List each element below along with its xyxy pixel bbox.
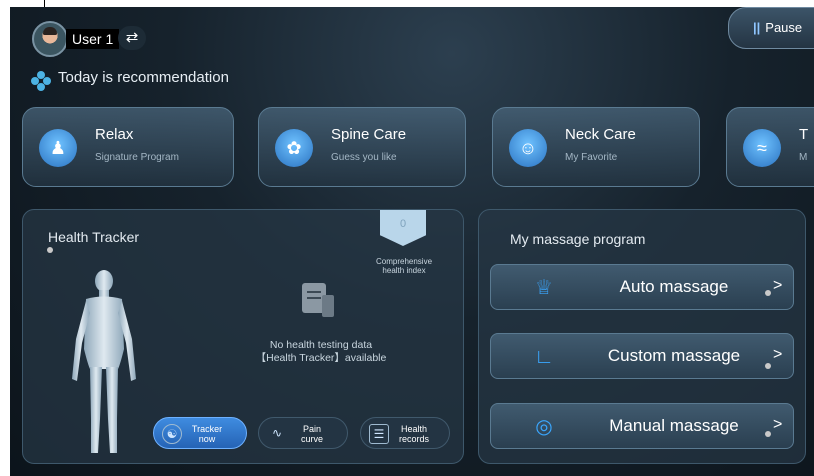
card-subtitle: Guess you like: [331, 152, 397, 163]
health-records-button[interactable]: ☰ Health records: [360, 417, 450, 449]
program-card-neck-care[interactable]: ☺ Neck Care My Favorite: [492, 107, 700, 187]
document-stack-icon: [322, 295, 334, 317]
health-records-label: Health records: [398, 424, 429, 444]
no-data-line-2: 【Health Tracker】available: [255, 352, 387, 364]
pain-curve-button[interactable]: ∿ Pain curve: [258, 417, 348, 449]
massage-chair-icon: ≈: [743, 129, 781, 167]
tracker-icon: ☯: [162, 424, 182, 444]
no-data-message: No health testing data 【Health Tracker】a…: [236, 339, 406, 365]
user-avatar[interactable]: [32, 21, 68, 57]
recline-icon: ∟: [534, 346, 554, 368]
pause-label: Pause: [765, 20, 803, 35]
program-card-relax[interactable]: ♟ Relax Signature Program: [22, 107, 234, 187]
pause-icon: ||: [753, 20, 761, 35]
chevron-right-icon: >: [773, 346, 783, 363]
neck-care-icon: ☺: [509, 129, 547, 167]
target-icon: ◎: [535, 416, 553, 438]
annotation-dot-manual: [765, 431, 771, 437]
auto-massage-label: Auto massage: [619, 277, 729, 296]
card-title: T: [799, 126, 809, 143]
massage-program-title: My massage program: [510, 231, 646, 247]
annotation-dot-custom: [765, 363, 771, 369]
card-subtitle: My Favorite: [565, 152, 618, 163]
card-title: Relax: [95, 126, 134, 143]
auto-massage-button[interactable]: ♕ Auto massage >: [490, 264, 794, 310]
crown-icon: ♕: [535, 277, 553, 299]
manual-massage-label: Manual massage: [609, 416, 739, 435]
tracker-now-label: Tracker now: [191, 424, 223, 444]
card-title: Spine Care: [331, 126, 407, 143]
curve-icon: ∿: [271, 426, 283, 440]
custom-massage-button[interactable]: ∟ Custom massage >: [490, 333, 794, 379]
health-tracker-title: Health Tracker: [48, 229, 140, 245]
program-card-partial[interactable]: ≈ T M: [726, 107, 814, 187]
manual-massage-button[interactable]: ◎ Manual massage >: [490, 403, 794, 449]
card-subtitle: Signature Program: [95, 152, 179, 163]
health-index-label: Comprehensive health index: [375, 257, 433, 275]
recommendation-title: Today is recommendation: [58, 69, 229, 86]
custom-massage-label: Custom massage: [607, 346, 741, 365]
chevron-right-icon: >: [773, 277, 783, 294]
user-name[interactable]: User 1: [66, 29, 120, 49]
annotation-dot-auto: [765, 290, 771, 296]
no-data-line-1: No health testing data: [269, 339, 373, 351]
pause-button[interactable]: || Pause: [728, 7, 814, 49]
pain-curve-label: Pain curve: [300, 424, 323, 444]
tracker-now-button[interactable]: ☯ Tracker now: [153, 417, 247, 449]
chevron-right-icon: >: [773, 416, 783, 433]
records-icon: ☰: [369, 424, 389, 444]
meditation-icon: ♟: [39, 129, 77, 167]
card-title: Neck Care: [565, 126, 636, 143]
program-card-spine-care[interactable]: ✿ Spine Care Guess you like: [258, 107, 466, 187]
human-body-figure: [72, 270, 136, 453]
recommendation-icon: [31, 71, 51, 91]
app-screen: User 1 ⇄ || Pause Today is recommendation…: [10, 7, 814, 476]
card-subtitle: M: [799, 152, 808, 163]
annotation-dot-health: [47, 247, 53, 253]
spine-care-icon: ✿: [275, 129, 313, 167]
switch-user-icon[interactable]: ⇄: [118, 26, 146, 50]
